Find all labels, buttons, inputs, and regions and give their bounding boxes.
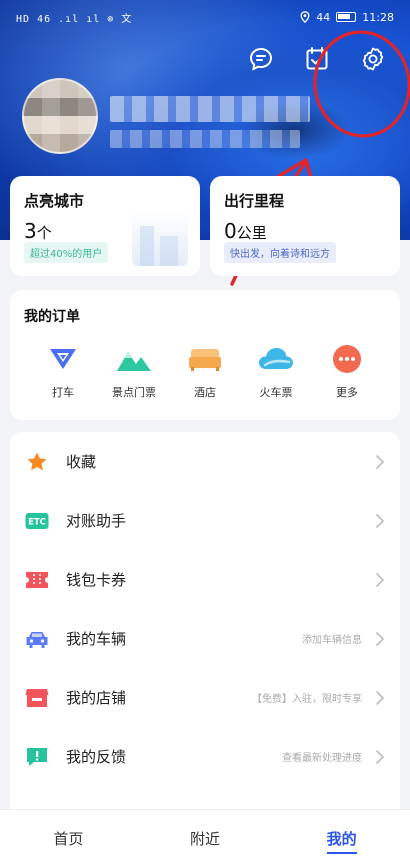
- menu-item-reconcile[interactable]: ETC 对账助手: [10, 491, 400, 550]
- orders-title: 我的订单: [24, 309, 80, 325]
- menu-label: 我的车辆: [66, 630, 127, 648]
- signal-status: HD 46 .ıl ıl ⊚ 文: [16, 13, 133, 25]
- menu-hint: 【免费】入驻，限时专享: [252, 694, 362, 705]
- order-taxi[interactable]: 打车: [30, 344, 96, 400]
- stat-card-cities[interactable]: 点亮城市 3个 超过40%的用户: [10, 176, 200, 276]
- menu-label: 我的店铺: [66, 689, 127, 707]
- bottom-tab-bar: 首页 附近 我的: [0, 809, 410, 867]
- stat-title: 点亮城市: [24, 192, 85, 210]
- etc-icon: ETC: [24, 508, 50, 534]
- menu-hint: 查看最新处理进度: [282, 753, 362, 764]
- user-info-blurred: [110, 130, 300, 148]
- clock: 11:28: [362, 10, 394, 24]
- order-train[interactable]: 火车票: [243, 344, 309, 400]
- etc-label: ETC: [28, 517, 46, 527]
- orders-card: 我的订单 打车 景点门票 酒店 火车票 更多: [10, 290, 400, 420]
- menu-label: 钱包卡券: [66, 571, 127, 589]
- stat-unit: 个: [36, 224, 52, 242]
- chevron-right-icon: [374, 749, 386, 765]
- order-label: 景点门票: [112, 386, 156, 399]
- tab-label: 附近: [190, 829, 221, 848]
- chevron-right-icon: [374, 631, 386, 647]
- stat-unit: 公里: [236, 224, 267, 242]
- tab-label: 首页: [53, 829, 84, 848]
- store-icon: [24, 685, 50, 711]
- cloud-icon: [256, 344, 296, 374]
- message-icon[interactable]: [246, 44, 276, 74]
- gear-icon[interactable]: [358, 44, 388, 74]
- tab-mine[interactable]: 我的: [273, 810, 410, 867]
- order-more[interactable]: 更多: [314, 344, 380, 400]
- star-icon: [24, 449, 50, 475]
- menu-list: 收藏 ETC 对账助手 钱包卡券 我的车辆 添加车辆信息 我的店铺 【免费】入驻…: [10, 432, 400, 832]
- order-tickets[interactable]: 景点门票: [101, 344, 167, 400]
- menu-item-feedback[interactable]: 我的反馈 查看最新处理进度: [10, 727, 400, 786]
- mountain-icon: [114, 344, 154, 374]
- chevron-right-icon: [374, 572, 386, 588]
- chevron-right-icon: [374, 454, 386, 470]
- menu-item-wallet[interactable]: 钱包卡券: [10, 550, 400, 609]
- status-bar: HD 46 .ıl ıl ⊚ 文 44 11:28: [0, 0, 410, 34]
- user-name-blurred: [110, 96, 310, 122]
- order-label: 火车票: [259, 386, 293, 399]
- calendar-check-icon[interactable]: [302, 44, 332, 74]
- menu-label: 我的反馈: [66, 748, 127, 766]
- tab-home[interactable]: 首页: [0, 810, 137, 867]
- stat-number: 3: [24, 219, 37, 243]
- avatar[interactable]: [22, 78, 98, 154]
- menu-item-vehicles[interactable]: 我的车辆 添加车辆信息: [10, 609, 400, 668]
- chevron-right-icon: [374, 690, 386, 706]
- tab-nearby[interactable]: 附近: [137, 810, 274, 867]
- more-icon: [327, 344, 367, 374]
- feedback-icon: [24, 744, 50, 770]
- order-label: 打车: [52, 386, 74, 399]
- building-decoration: [132, 210, 188, 266]
- stat-note: 快出发，向着诗和远方: [224, 242, 336, 263]
- car-icon: [24, 626, 50, 652]
- stat-note: 超过40%的用户: [24, 242, 109, 263]
- order-label: 酒店: [194, 386, 216, 399]
- chevron-right-icon: [374, 513, 386, 529]
- stat-number: 0: [224, 219, 237, 243]
- menu-hint: 添加车辆信息: [302, 635, 362, 646]
- menu-item-favorites[interactable]: 收藏: [10, 432, 400, 491]
- stat-title: 出行里程: [224, 192, 285, 210]
- taxi-icon: [43, 344, 83, 374]
- order-hotel[interactable]: 酒店: [172, 344, 238, 400]
- location-icon: [300, 11, 310, 23]
- ticket-icon: [24, 567, 50, 593]
- menu-item-store[interactable]: 我的店铺 【免费】入驻，限时专享: [10, 668, 400, 727]
- menu-label: 收藏: [66, 453, 97, 471]
- order-label: 更多: [336, 386, 358, 399]
- bed-icon: [185, 344, 225, 374]
- menu-label: 对账助手: [66, 512, 127, 530]
- stat-value: 0公里: [224, 219, 386, 243]
- stat-card-mileage[interactable]: 出行里程 0公里 快出发，向着诗和远方: [210, 176, 400, 276]
- battery-percent: 44: [316, 10, 331, 24]
- tab-label: 我的: [326, 829, 357, 854]
- battery-icon: [336, 12, 357, 22]
